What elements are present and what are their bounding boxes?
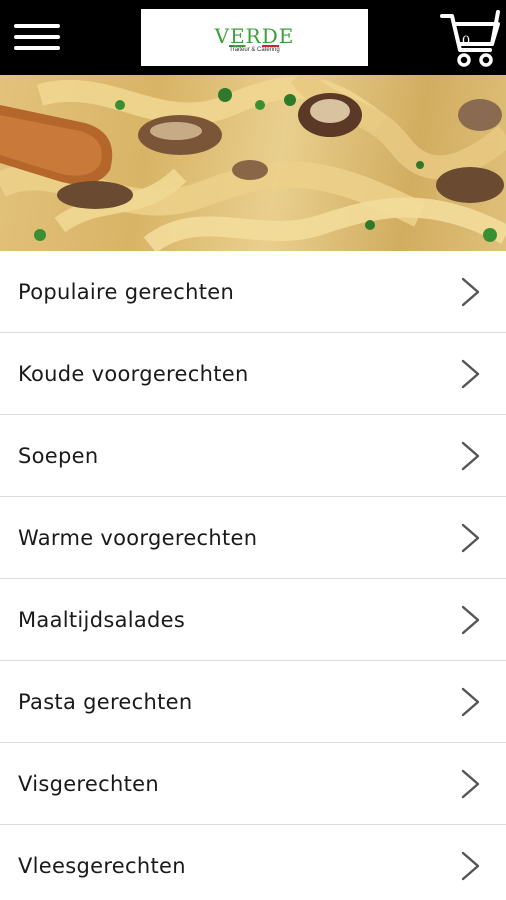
cart-count-badge: 0 — [461, 34, 471, 49]
logo[interactable]: VERDE Traiteur & Catering — [141, 9, 368, 66]
category-item-visgerechten[interactable]: Visgerechten — [0, 743, 506, 825]
chevron-right-icon — [461, 441, 480, 471]
logo-tagline: Traiteur & Catering — [229, 47, 280, 53]
chevron-right-icon — [461, 523, 480, 553]
category-list: Populaire gerechten Koude voorgerechten … — [0, 251, 506, 900]
hamburger-menu-icon-bar — [14, 35, 60, 39]
category-label: Visgerechten — [18, 772, 159, 796]
cart-button[interactable]: 0 — [440, 8, 502, 68]
category-label: Populaire gerechten — [18, 280, 235, 304]
category-item-pasta-gerechten[interactable]: Pasta gerechten — [0, 661, 506, 743]
top-bar: VERDE Traiteur & Catering 0 — [0, 0, 506, 75]
chevron-right-icon — [461, 687, 480, 717]
hamburger-menu-icon — [14, 24, 60, 28]
category-item-soepen[interactable]: Soepen — [0, 415, 506, 497]
pasta-mushroom-dish-photo — [0, 75, 506, 251]
category-label: Koude voorgerechten — [18, 362, 249, 386]
category-item-koude-voorgerechten[interactable]: Koude voorgerechten — [0, 333, 506, 415]
chevron-right-icon — [461, 605, 480, 635]
category-label: Warme voorgerechten — [18, 526, 258, 550]
hero-image — [0, 75, 506, 251]
category-label: Pasta gerechten — [18, 690, 193, 714]
category-label: Maaltijdsalades — [18, 608, 186, 632]
hamburger-menu-icon-bar — [14, 46, 60, 50]
chevron-right-icon — [461, 769, 480, 799]
category-item-warme-voorgerechten[interactable]: Warme voorgerechten — [0, 497, 506, 579]
category-label: Soepen — [18, 444, 99, 468]
category-label: Vleesgerechten — [18, 854, 186, 878]
menu-button[interactable] — [14, 22, 62, 52]
chevron-right-icon — [461, 851, 480, 881]
category-item-maaltijdsalades[interactable]: Maaltijdsalades — [0, 579, 506, 661]
category-item-populaire-gerechten[interactable]: Populaire gerechten — [0, 251, 506, 333]
chevron-right-icon — [461, 359, 480, 389]
category-item-vleesgerechten[interactable]: Vleesgerechten — [0, 825, 506, 900]
chevron-right-icon — [461, 277, 480, 307]
